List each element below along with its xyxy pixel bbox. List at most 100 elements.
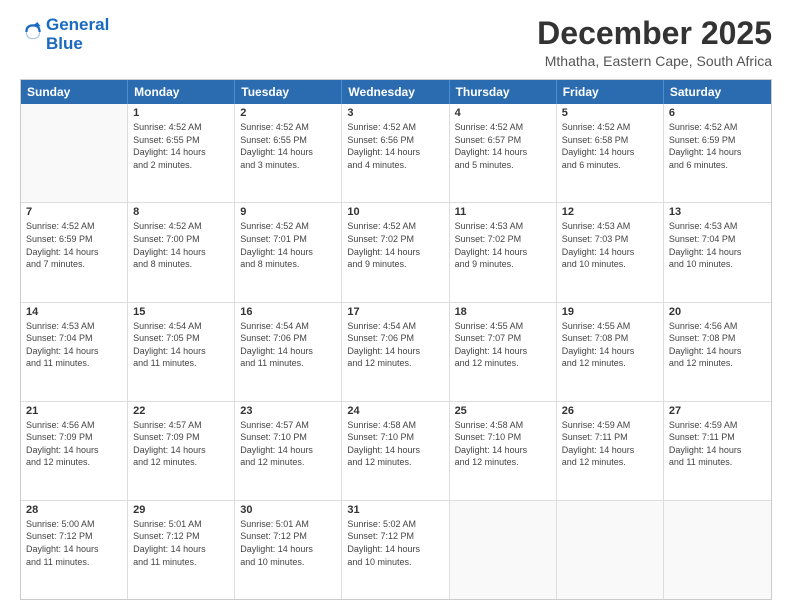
calendar: SundayMondayTuesdayWednesdayThursdayFrid… xyxy=(20,79,772,600)
header-day-monday: Monday xyxy=(128,80,235,104)
day-info: Sunrise: 4:55 AM Sunset: 7:08 PM Dayligh… xyxy=(562,320,658,370)
day-info: Sunrise: 4:55 AM Sunset: 7:07 PM Dayligh… xyxy=(455,320,551,370)
day-info: Sunrise: 5:02 AM Sunset: 7:12 PM Dayligh… xyxy=(347,518,443,568)
day-number: 24 xyxy=(347,405,443,417)
day-info: Sunrise: 5:00 AM Sunset: 7:12 PM Dayligh… xyxy=(26,518,122,568)
day-info: Sunrise: 4:58 AM Sunset: 7:10 PM Dayligh… xyxy=(347,419,443,469)
calendar-cell: 19 Sunrise: 4:55 AM Sunset: 7:08 PM Dayli… xyxy=(557,303,664,401)
day-number: 29 xyxy=(133,504,229,516)
calendar-cell: 26Sunrise: 4:59 AM Sunset: 7:11 PM Dayli… xyxy=(557,402,664,500)
day-number: 19 xyxy=(562,306,658,318)
calendar-cell: 12Sunrise: 4:53 AM Sunset: 7:03 PM Dayli… xyxy=(557,203,664,301)
day-info: Sunrise: 4:59 AM Sunset: 7:11 PM Dayligh… xyxy=(562,419,658,469)
day-number: 1 xyxy=(133,107,229,119)
day-info: Sunrise: 4:52 AM Sunset: 6:58 PM Dayligh… xyxy=(562,121,658,171)
calendar-cell: 1 Sunrise: 4:52 AM Sunset: 6:55 PM Daylig… xyxy=(128,104,235,202)
calendar-cell: 9 Sunrise: 4:52 AM Sunset: 7:01 PM Daylig… xyxy=(235,203,342,301)
calendar-cell: 20Sunrise: 4:56 AM Sunset: 7:08 PM Dayli… xyxy=(664,303,771,401)
day-info: Sunrise: 4:57 AM Sunset: 7:09 PM Dayligh… xyxy=(133,419,229,469)
day-number: 9 xyxy=(240,206,336,218)
calendar-cell: 16 Sunrise: 4:54 AM Sunset: 7:06 PM Dayli… xyxy=(235,303,342,401)
calendar-cell: 14Sunrise: 4:53 AM Sunset: 7:04 PM Dayli… xyxy=(21,303,128,401)
calendar-cell: 24 Sunrise: 4:58 AM Sunset: 7:10 PM Dayli… xyxy=(342,402,449,500)
logo-icon xyxy=(22,21,44,43)
calendar-cell xyxy=(557,501,664,599)
calendar-cell: 28 Sunrise: 5:00 AM Sunset: 7:12 PM Dayli… xyxy=(21,501,128,599)
day-number: 4 xyxy=(455,107,551,119)
calendar-cell: 21 Sunrise: 4:56 AM Sunset: 7:09 PM Dayli… xyxy=(21,402,128,500)
calendar-cell: 22Sunrise: 4:57 AM Sunset: 7:09 PM Dayli… xyxy=(128,402,235,500)
day-info: Sunrise: 5:01 AM Sunset: 7:12 PM Dayligh… xyxy=(240,518,336,568)
calendar-cell: 3Sunrise: 4:52 AM Sunset: 6:56 PM Daylig… xyxy=(342,104,449,202)
day-info: Sunrise: 5:01 AM Sunset: 7:12 PM Dayligh… xyxy=(133,518,229,568)
day-number: 10 xyxy=(347,206,443,218)
day-number: 30 xyxy=(240,504,336,516)
logo-text-line2: Blue xyxy=(46,35,109,54)
day-number: 3 xyxy=(347,107,443,119)
calendar-cell xyxy=(21,104,128,202)
day-info: Sunrise: 4:52 AM Sunset: 7:00 PM Dayligh… xyxy=(133,220,229,270)
day-info: Sunrise: 4:56 AM Sunset: 7:09 PM Dayligh… xyxy=(26,419,122,469)
day-number: 2 xyxy=(240,107,336,119)
main-title: December 2025 xyxy=(537,16,772,51)
day-info: Sunrise: 4:53 AM Sunset: 7:04 PM Dayligh… xyxy=(669,220,766,270)
calendar-cell: 29 Sunrise: 5:01 AM Sunset: 7:12 PM Dayli… xyxy=(128,501,235,599)
calendar-header: SundayMondayTuesdayWednesdayThursdayFrid… xyxy=(21,80,771,104)
calendar-cell: 13 Sunrise: 4:53 AM Sunset: 7:04 PM Dayli… xyxy=(664,203,771,301)
day-info: Sunrise: 4:52 AM Sunset: 6:59 PM Dayligh… xyxy=(26,220,122,270)
day-info: Sunrise: 4:59 AM Sunset: 7:11 PM Dayligh… xyxy=(669,419,766,469)
day-info: Sunrise: 4:58 AM Sunset: 7:10 PM Dayligh… xyxy=(455,419,551,469)
subtitle: Mthatha, Eastern Cape, South Africa xyxy=(537,53,772,69)
calendar-cell: 4 Sunrise: 4:52 AM Sunset: 6:57 PM Daylig… xyxy=(450,104,557,202)
day-number: 16 xyxy=(240,306,336,318)
calendar-body: 1 Sunrise: 4:52 AM Sunset: 6:55 PM Daylig… xyxy=(21,104,771,599)
logo-text-line1: General xyxy=(46,16,109,35)
day-number: 25 xyxy=(455,405,551,417)
calendar-cell: 2 Sunrise: 4:52 AM Sunset: 6:55 PM Daylig… xyxy=(235,104,342,202)
day-info: Sunrise: 4:54 AM Sunset: 7:05 PM Dayligh… xyxy=(133,320,229,370)
calendar-cell xyxy=(450,501,557,599)
day-info: Sunrise: 4:56 AM Sunset: 7:08 PM Dayligh… xyxy=(669,320,766,370)
calendar-week-4: 21 Sunrise: 4:56 AM Sunset: 7:09 PM Dayli… xyxy=(21,402,771,501)
logo: General Blue xyxy=(20,16,109,53)
day-number: 6 xyxy=(669,107,766,119)
calendar-cell: 15 Sunrise: 4:54 AM Sunset: 7:05 PM Dayli… xyxy=(128,303,235,401)
header: General Blue December 2025 Mthatha, East… xyxy=(20,16,772,69)
header-day-friday: Friday xyxy=(557,80,664,104)
header-day-saturday: Saturday xyxy=(664,80,771,104)
day-number: 18 xyxy=(455,306,551,318)
calendar-cell: 7 Sunrise: 4:52 AM Sunset: 6:59 PM Daylig… xyxy=(21,203,128,301)
day-number: 11 xyxy=(455,206,551,218)
day-info: Sunrise: 4:52 AM Sunset: 6:55 PM Dayligh… xyxy=(133,121,229,171)
day-number: 28 xyxy=(26,504,122,516)
day-number: 8 xyxy=(133,206,229,218)
day-number: 13 xyxy=(669,206,766,218)
day-info: Sunrise: 4:53 AM Sunset: 7:02 PM Dayligh… xyxy=(455,220,551,270)
calendar-cell: 31Sunrise: 5:02 AM Sunset: 7:12 PM Dayli… xyxy=(342,501,449,599)
calendar-cell: 17Sunrise: 4:54 AM Sunset: 7:06 PM Dayli… xyxy=(342,303,449,401)
calendar-week-5: 28 Sunrise: 5:00 AM Sunset: 7:12 PM Dayli… xyxy=(21,501,771,599)
header-day-sunday: Sunday xyxy=(21,80,128,104)
header-day-thursday: Thursday xyxy=(450,80,557,104)
day-number: 21 xyxy=(26,405,122,417)
day-info: Sunrise: 4:52 AM Sunset: 6:55 PM Dayligh… xyxy=(240,121,336,171)
day-info: Sunrise: 4:52 AM Sunset: 7:02 PM Dayligh… xyxy=(347,220,443,270)
day-info: Sunrise: 4:53 AM Sunset: 7:04 PM Dayligh… xyxy=(26,320,122,370)
day-info: Sunrise: 4:54 AM Sunset: 7:06 PM Dayligh… xyxy=(347,320,443,370)
day-info: Sunrise: 4:52 AM Sunset: 7:01 PM Dayligh… xyxy=(240,220,336,270)
calendar-cell xyxy=(664,501,771,599)
header-day-tuesday: Tuesday xyxy=(235,80,342,104)
calendar-cell: 11 Sunrise: 4:53 AM Sunset: 7:02 PM Dayli… xyxy=(450,203,557,301)
day-number: 5 xyxy=(562,107,658,119)
day-info: Sunrise: 4:57 AM Sunset: 7:10 PM Dayligh… xyxy=(240,419,336,469)
day-number: 7 xyxy=(26,206,122,218)
day-info: Sunrise: 4:52 AM Sunset: 6:59 PM Dayligh… xyxy=(669,121,766,171)
day-number: 15 xyxy=(133,306,229,318)
day-info: Sunrise: 4:54 AM Sunset: 7:06 PM Dayligh… xyxy=(240,320,336,370)
calendar-cell: 25 Sunrise: 4:58 AM Sunset: 7:10 PM Dayli… xyxy=(450,402,557,500)
calendar-cell: 6 Sunrise: 4:52 AM Sunset: 6:59 PM Daylig… xyxy=(664,104,771,202)
day-info: Sunrise: 4:52 AM Sunset: 6:57 PM Dayligh… xyxy=(455,121,551,171)
calendar-cell: 5 Sunrise: 4:52 AM Sunset: 6:58 PM Daylig… xyxy=(557,104,664,202)
title-block: December 2025 Mthatha, Eastern Cape, Sou… xyxy=(537,16,772,69)
calendar-cell: 27Sunrise: 4:59 AM Sunset: 7:11 PM Dayli… xyxy=(664,402,771,500)
